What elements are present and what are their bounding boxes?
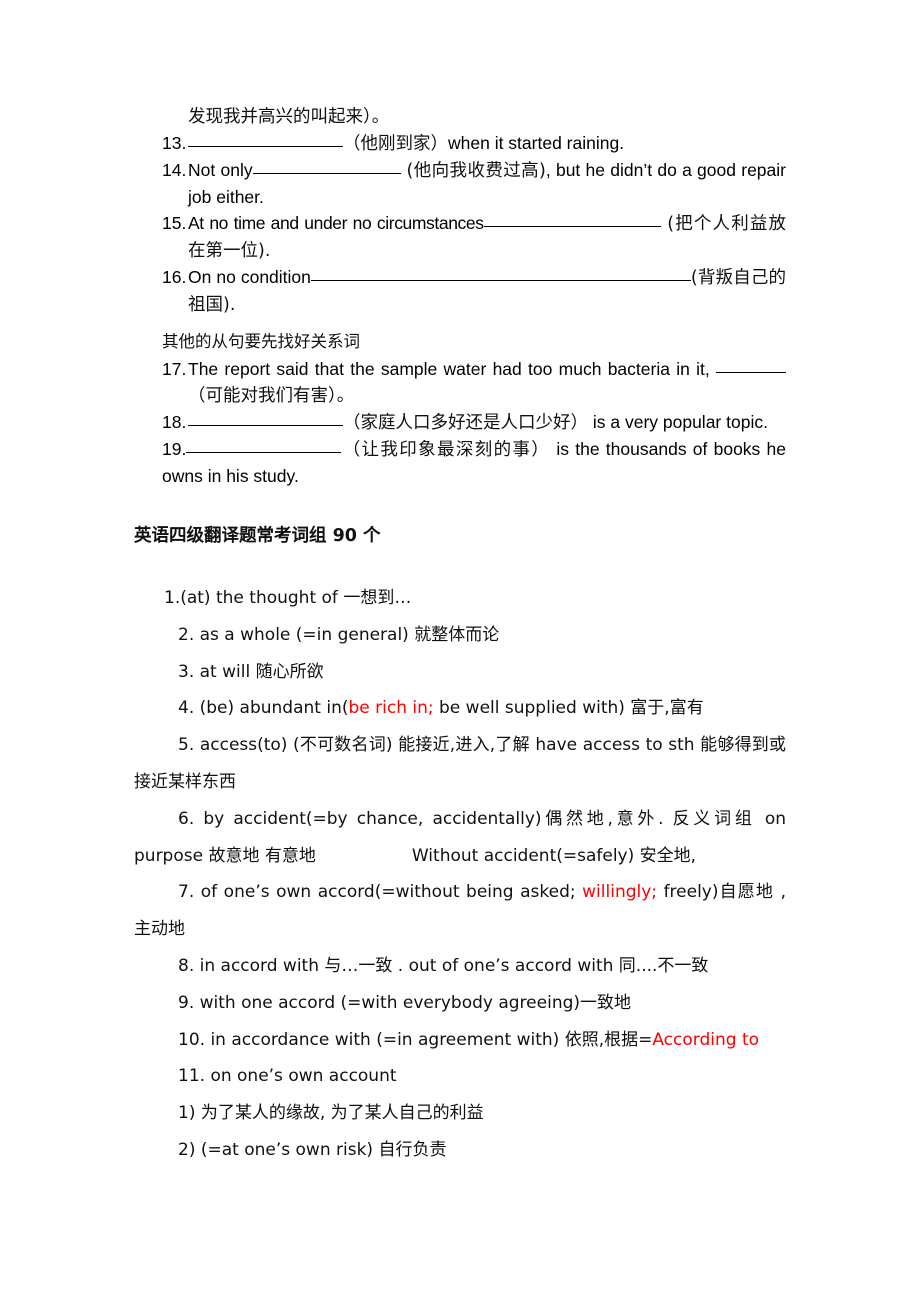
exercise-number: 16. bbox=[162, 267, 187, 287]
phrase-item-11-sub-1: 1) 为了某人的缘故, 为了某人自己的利益 bbox=[134, 1095, 786, 1132]
exercise-item-19: 19. （让我印象最深刻的事） is the thousands of books… bbox=[162, 436, 786, 489]
document-page: 发现我并高兴的叫起来）。 13. （他刚到家）when it started ra… bbox=[0, 0, 920, 1302]
phrase-item-6: 6. by accident(=by chance, accidentally)… bbox=[134, 801, 786, 875]
phrase-text: 1.(at) the thought of 一想到… bbox=[164, 588, 412, 608]
exercise-number: 19. bbox=[162, 439, 187, 459]
exercise-item-17: 17. The report said that the sample water… bbox=[162, 356, 786, 409]
phrase-text: 8. in accord with 与…一致 . out of one’s ac… bbox=[178, 955, 709, 976]
answer-blank[interactable] bbox=[188, 133, 343, 147]
phrase-text: 11. on one’s own account bbox=[178, 1066, 397, 1087]
phrase-text: 10. in accordance with (=in agreement wi… bbox=[178, 1029, 653, 1050]
phrase-item-5: 5. access(to) (不可数名词) 能接近,进入,了解 have acc… bbox=[134, 727, 786, 801]
exercise-item-16: 16. On no condition (背叛自己的祖国). bbox=[162, 264, 786, 318]
exercise-item-18: 18. （家庭人口多好还是人口少好） is a very popular topi… bbox=[162, 409, 786, 436]
exercise-number: 15. bbox=[162, 213, 187, 233]
phrase-text: 3. at will 随心所欲 bbox=[178, 661, 324, 682]
phrase-text: 4. (be) abundant in( bbox=[178, 698, 349, 719]
exercise-chinese-hint: (他向我收费过高) bbox=[400, 161, 546, 181]
phrase-text: 5. access(to) (不可数名词) 能接近,进入,了解 have acc… bbox=[134, 735, 786, 792]
phrase-text-highlight: According to bbox=[652, 1029, 760, 1050]
answer-blank[interactable] bbox=[252, 160, 401, 174]
answer-blank[interactable] bbox=[716, 359, 786, 373]
phrase-text: 7. of one’s own accord(=without being as… bbox=[178, 882, 583, 903]
phrase-item-10: 10. in accordance with (=in agreement wi… bbox=[134, 1022, 786, 1059]
exercise-item-13: 13. （他刚到家）when it started raining. bbox=[162, 130, 786, 157]
phrase-text: 2. as a whole (=in general) 就整体而论 bbox=[178, 624, 500, 645]
phrase-section-heading: 英语四级翻译题常考词组 90 个 bbox=[134, 526, 381, 546]
answer-blank[interactable] bbox=[310, 267, 691, 281]
phrase-item-1: 1.(at) the thought of 一想到… bbox=[134, 580, 786, 617]
exercise-chinese-hint: （可能对我们有害）。 bbox=[188, 386, 355, 406]
phrase-item-4: 4. (be) abundant in(be rich in; be well … bbox=[134, 690, 786, 727]
exercise-english-text: On no condition bbox=[188, 267, 311, 287]
answer-blank[interactable] bbox=[186, 439, 342, 453]
phrase-list: 1.(at) the thought of 一想到… 2. as a whole… bbox=[134, 580, 786, 1169]
exercise-english-text: At no time and under no circumstances bbox=[188, 213, 484, 233]
exercise-english-text: when it started raining. bbox=[448, 133, 625, 153]
phrase-item-2: 2. as a whole (=in general) 就整体而论 bbox=[134, 617, 786, 654]
phrase-item-11-sub-2: 2) (=at one’s own risk) 自行负责 bbox=[134, 1132, 786, 1169]
exercise-number: 14. bbox=[162, 160, 187, 180]
exercise-chinese-hint: （他刚到家） bbox=[343, 134, 448, 154]
phrase-text: 1) 为了某人的缘故, 为了某人自己的利益 bbox=[178, 1103, 484, 1124]
exercise-number: 18. bbox=[162, 412, 187, 432]
phrase-text: 9. with one accord (=with everybody agre… bbox=[178, 992, 632, 1013]
exercise-number: 13. bbox=[162, 133, 187, 153]
exercise-item-15: 15. At no time and under no circumstances… bbox=[162, 210, 786, 264]
phrase-text-highlight: willingly; bbox=[582, 882, 658, 903]
exercise-english-text: Not only bbox=[188, 160, 253, 180]
phrase-text-highlight: be rich in; bbox=[348, 698, 434, 719]
phrase-text: 2) (=at one’s own risk) 自行负责 bbox=[178, 1139, 447, 1160]
exercise-chinese-hint: （让我印象最深刻的事） bbox=[341, 440, 551, 460]
exercise-item-14: 14. Not only (他向我收费过高), but he didn’t do … bbox=[162, 157, 786, 210]
answer-blank[interactable] bbox=[188, 412, 343, 426]
phrase-item-8: 8. in accord with 与…一致 . out of one’s ac… bbox=[134, 948, 786, 985]
exercise-block-17-19: 17. The report said that the sample water… bbox=[162, 356, 786, 489]
exercise-block-13-16: 发现我并高兴的叫起来）。 13. （他刚到家）when it started ra… bbox=[162, 104, 786, 318]
phrase-text: be well supplied with) 富于,富有 bbox=[433, 698, 704, 719]
section-note: 其他的从句要先找好关系词 bbox=[162, 332, 360, 351]
phrase-text: Without accident(=safely) 安全地, bbox=[411, 845, 697, 866]
phrase-item-7: 7. of one’s own accord(=without being as… bbox=[134, 874, 786, 948]
phrase-item-9: 9. with one accord (=with everybody agre… bbox=[134, 985, 786, 1022]
exercise-number: 17. bbox=[162, 359, 187, 379]
exercise-chinese-hint: （家庭人口多好还是人口少好） bbox=[343, 413, 588, 433]
answer-blank[interactable] bbox=[483, 213, 661, 227]
phrase-item-3: 3. at will 随心所欲 bbox=[134, 654, 786, 691]
exercise-english-text: The report said that the sample water ha… bbox=[188, 359, 716, 379]
exercise-english-text: is a very popular topic. bbox=[588, 412, 768, 432]
carryover-line: 发现我并高兴的叫起来）。 bbox=[188, 107, 390, 127]
phrase-item-11: 11. on one’s own account bbox=[134, 1058, 786, 1095]
